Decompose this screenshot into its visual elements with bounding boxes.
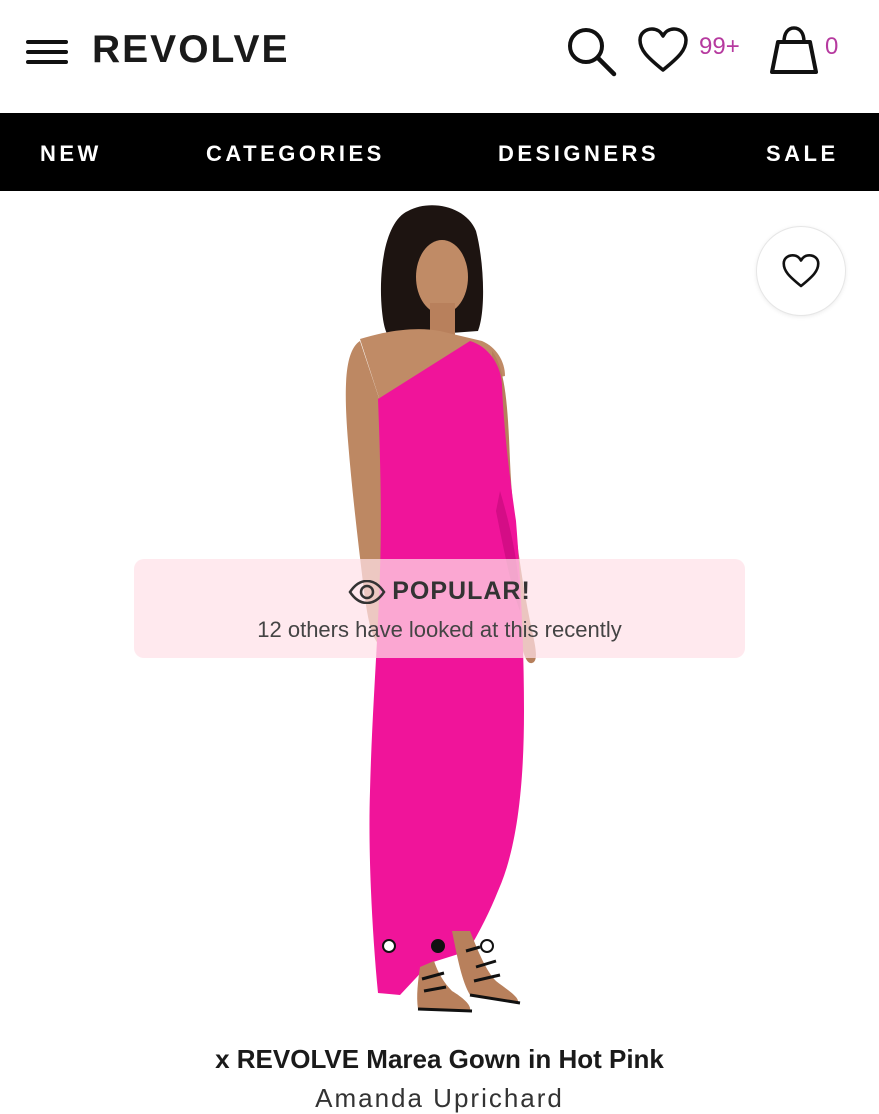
category-nav: NEW CATEGORIES DESIGNERS SALE	[0, 113, 879, 191]
nav-item-new[interactable]: NEW	[40, 141, 102, 167]
product-title: x REVOLVE Marea Gown in Hot Pink	[215, 1044, 664, 1074]
bag-count-badge: 0	[825, 33, 839, 60]
logo[interactable]: REVOLVE	[92, 28, 289, 72]
header: REVOLVE 99+ 0	[0, 0, 879, 112]
eye-icon	[348, 579, 386, 604]
popular-banner: POPULAR! 12 others have looked at this r…	[134, 559, 745, 658]
carousel-dot[interactable]	[382, 939, 396, 953]
popular-title-row: POPULAR!	[134, 577, 745, 606]
menu-icon[interactable]	[26, 38, 70, 68]
product-image-carousel[interactable]: POPULAR! 12 others have looked at this r…	[0, 191, 879, 1031]
product-designer-link[interactable]: Amanda Uprichard	[0, 1083, 879, 1114]
popular-text: 12 others have looked at this recently	[257, 617, 622, 642]
popular-label: POPULAR!	[392, 577, 531, 605]
wishlist-count-badge: 99+	[699, 33, 740, 60]
nav-item-categories[interactable]: CATEGORIES	[206, 141, 385, 167]
carousel-dot[interactable]	[480, 939, 494, 953]
search-icon[interactable]	[564, 24, 618, 78]
carousel-dot-active[interactable]	[431, 939, 445, 953]
heart-icon[interactable]	[637, 26, 689, 74]
carousel-indicator	[380, 939, 500, 959]
heart-icon	[782, 253, 820, 288]
nav-item-sale[interactable]: SALE	[766, 141, 839, 167]
bag-icon[interactable]	[768, 24, 820, 76]
nav-item-designers[interactable]: DESIGNERS	[498, 141, 659, 167]
add-to-wishlist-button[interactable]	[756, 226, 846, 316]
